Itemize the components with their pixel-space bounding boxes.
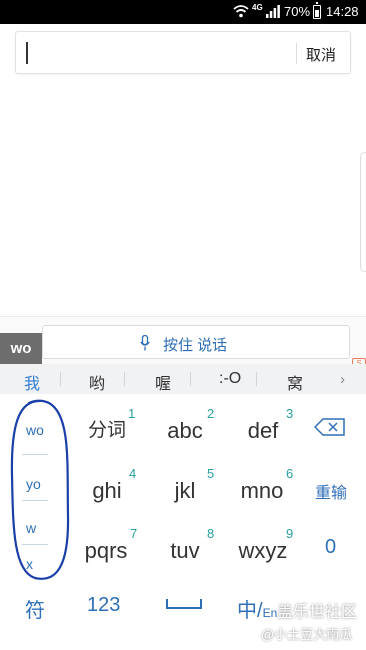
symbol-key[interactable]: 符: [25, 594, 45, 623]
microphone-icon: [140, 335, 150, 351]
pinyin-composition: wo: [0, 333, 42, 365]
wifi-icon: [233, 5, 249, 18]
language-switch-sub: En: [262, 606, 278, 620]
language-switch-key[interactable]: 中/En: [237, 594, 277, 623]
zero-key[interactable]: 0: [325, 536, 336, 559]
key-number: 4: [129, 466, 137, 481]
search-bar: 取消: [15, 31, 351, 74]
key-9[interactable]: 9 wxyz: [231, 526, 295, 568]
space-key[interactable]: [166, 599, 202, 609]
key-label: abc: [167, 418, 203, 443]
candidate-separator: [60, 372, 61, 386]
watermark-community: 盖乐世社区: [277, 604, 358, 621]
key-6[interactable]: 6 mno: [232, 466, 294, 508]
key-3[interactable]: 3 def: [238, 406, 294, 448]
key-label: mno: [240, 478, 284, 503]
hold-to-talk-button[interactable]: 按住 说话: [42, 325, 350, 359]
key-number: 5: [207, 466, 215, 481]
candidate-separator: [190, 372, 191, 386]
key-label: tuv: [170, 538, 200, 563]
voice-input-area: 按住 说话: [0, 316, 366, 364]
battery-icon: [313, 2, 321, 19]
key-number: 2: [207, 406, 215, 421]
key-label: pqrs: [84, 538, 128, 563]
key-number: 8: [207, 526, 215, 541]
candidate-item[interactable]: 窝: [287, 370, 303, 394]
language-switch-label: 中/: [237, 600, 263, 622]
candidate-separator: [256, 372, 257, 386]
hold-to-talk-label: 按住 说话: [163, 337, 228, 354]
candidate-separator: [124, 372, 125, 386]
chevron-right-icon[interactable]: ›: [340, 371, 345, 388]
numeric-key[interactable]: 123: [87, 594, 120, 617]
key-number: 9: [286, 526, 294, 541]
watermark-author: @小土豆大南瓜: [261, 627, 353, 642]
edge-panel-handle[interactable]: [360, 152, 366, 272]
key-7[interactable]: 7 pqrs: [78, 526, 138, 568]
key-number: 3: [286, 406, 294, 421]
candidate-bar: 我 哟 喔 :-O 窝 ›: [0, 364, 366, 394]
search-divider: [296, 43, 297, 64]
network-type: 4G: [252, 3, 263, 12]
key-number: 7: [130, 526, 138, 541]
search-input[interactable]: [26, 42, 28, 64]
candidate-item[interactable]: 哟: [89, 370, 105, 394]
hand-drawn-circle: [10, 399, 70, 580]
key-label: ghi: [92, 478, 122, 503]
clock: 14:28: [326, 4, 359, 19]
battery-percent: 70%: [284, 4, 311, 19]
key-1[interactable]: 1 分词: [82, 406, 135, 448]
key-label: def: [247, 418, 279, 443]
key-5[interactable]: 5 jkl: [160, 466, 215, 508]
candidate-item[interactable]: 我: [24, 370, 40, 394]
key-label: 分词: [87, 420, 126, 441]
cancel-button[interactable]: 取消: [306, 44, 336, 65]
key-4[interactable]: 4 ghi: [82, 466, 136, 508]
status-bar: 4G 70% 14:28: [0, 0, 366, 24]
backspace-icon[interactable]: [314, 418, 346, 436]
key-label: jkl: [174, 478, 196, 503]
reenter-button[interactable]: 重输: [315, 479, 347, 503]
key-number: 1: [128, 406, 136, 421]
key-2[interactable]: 2 abc: [160, 406, 214, 448]
candidate-item[interactable]: 喔: [155, 370, 171, 394]
candidate-item[interactable]: :-O: [219, 370, 241, 388]
key-8[interactable]: 8 tuv: [160, 526, 214, 568]
key-number: 6: [286, 466, 294, 481]
signal-icon: [266, 5, 280, 18]
